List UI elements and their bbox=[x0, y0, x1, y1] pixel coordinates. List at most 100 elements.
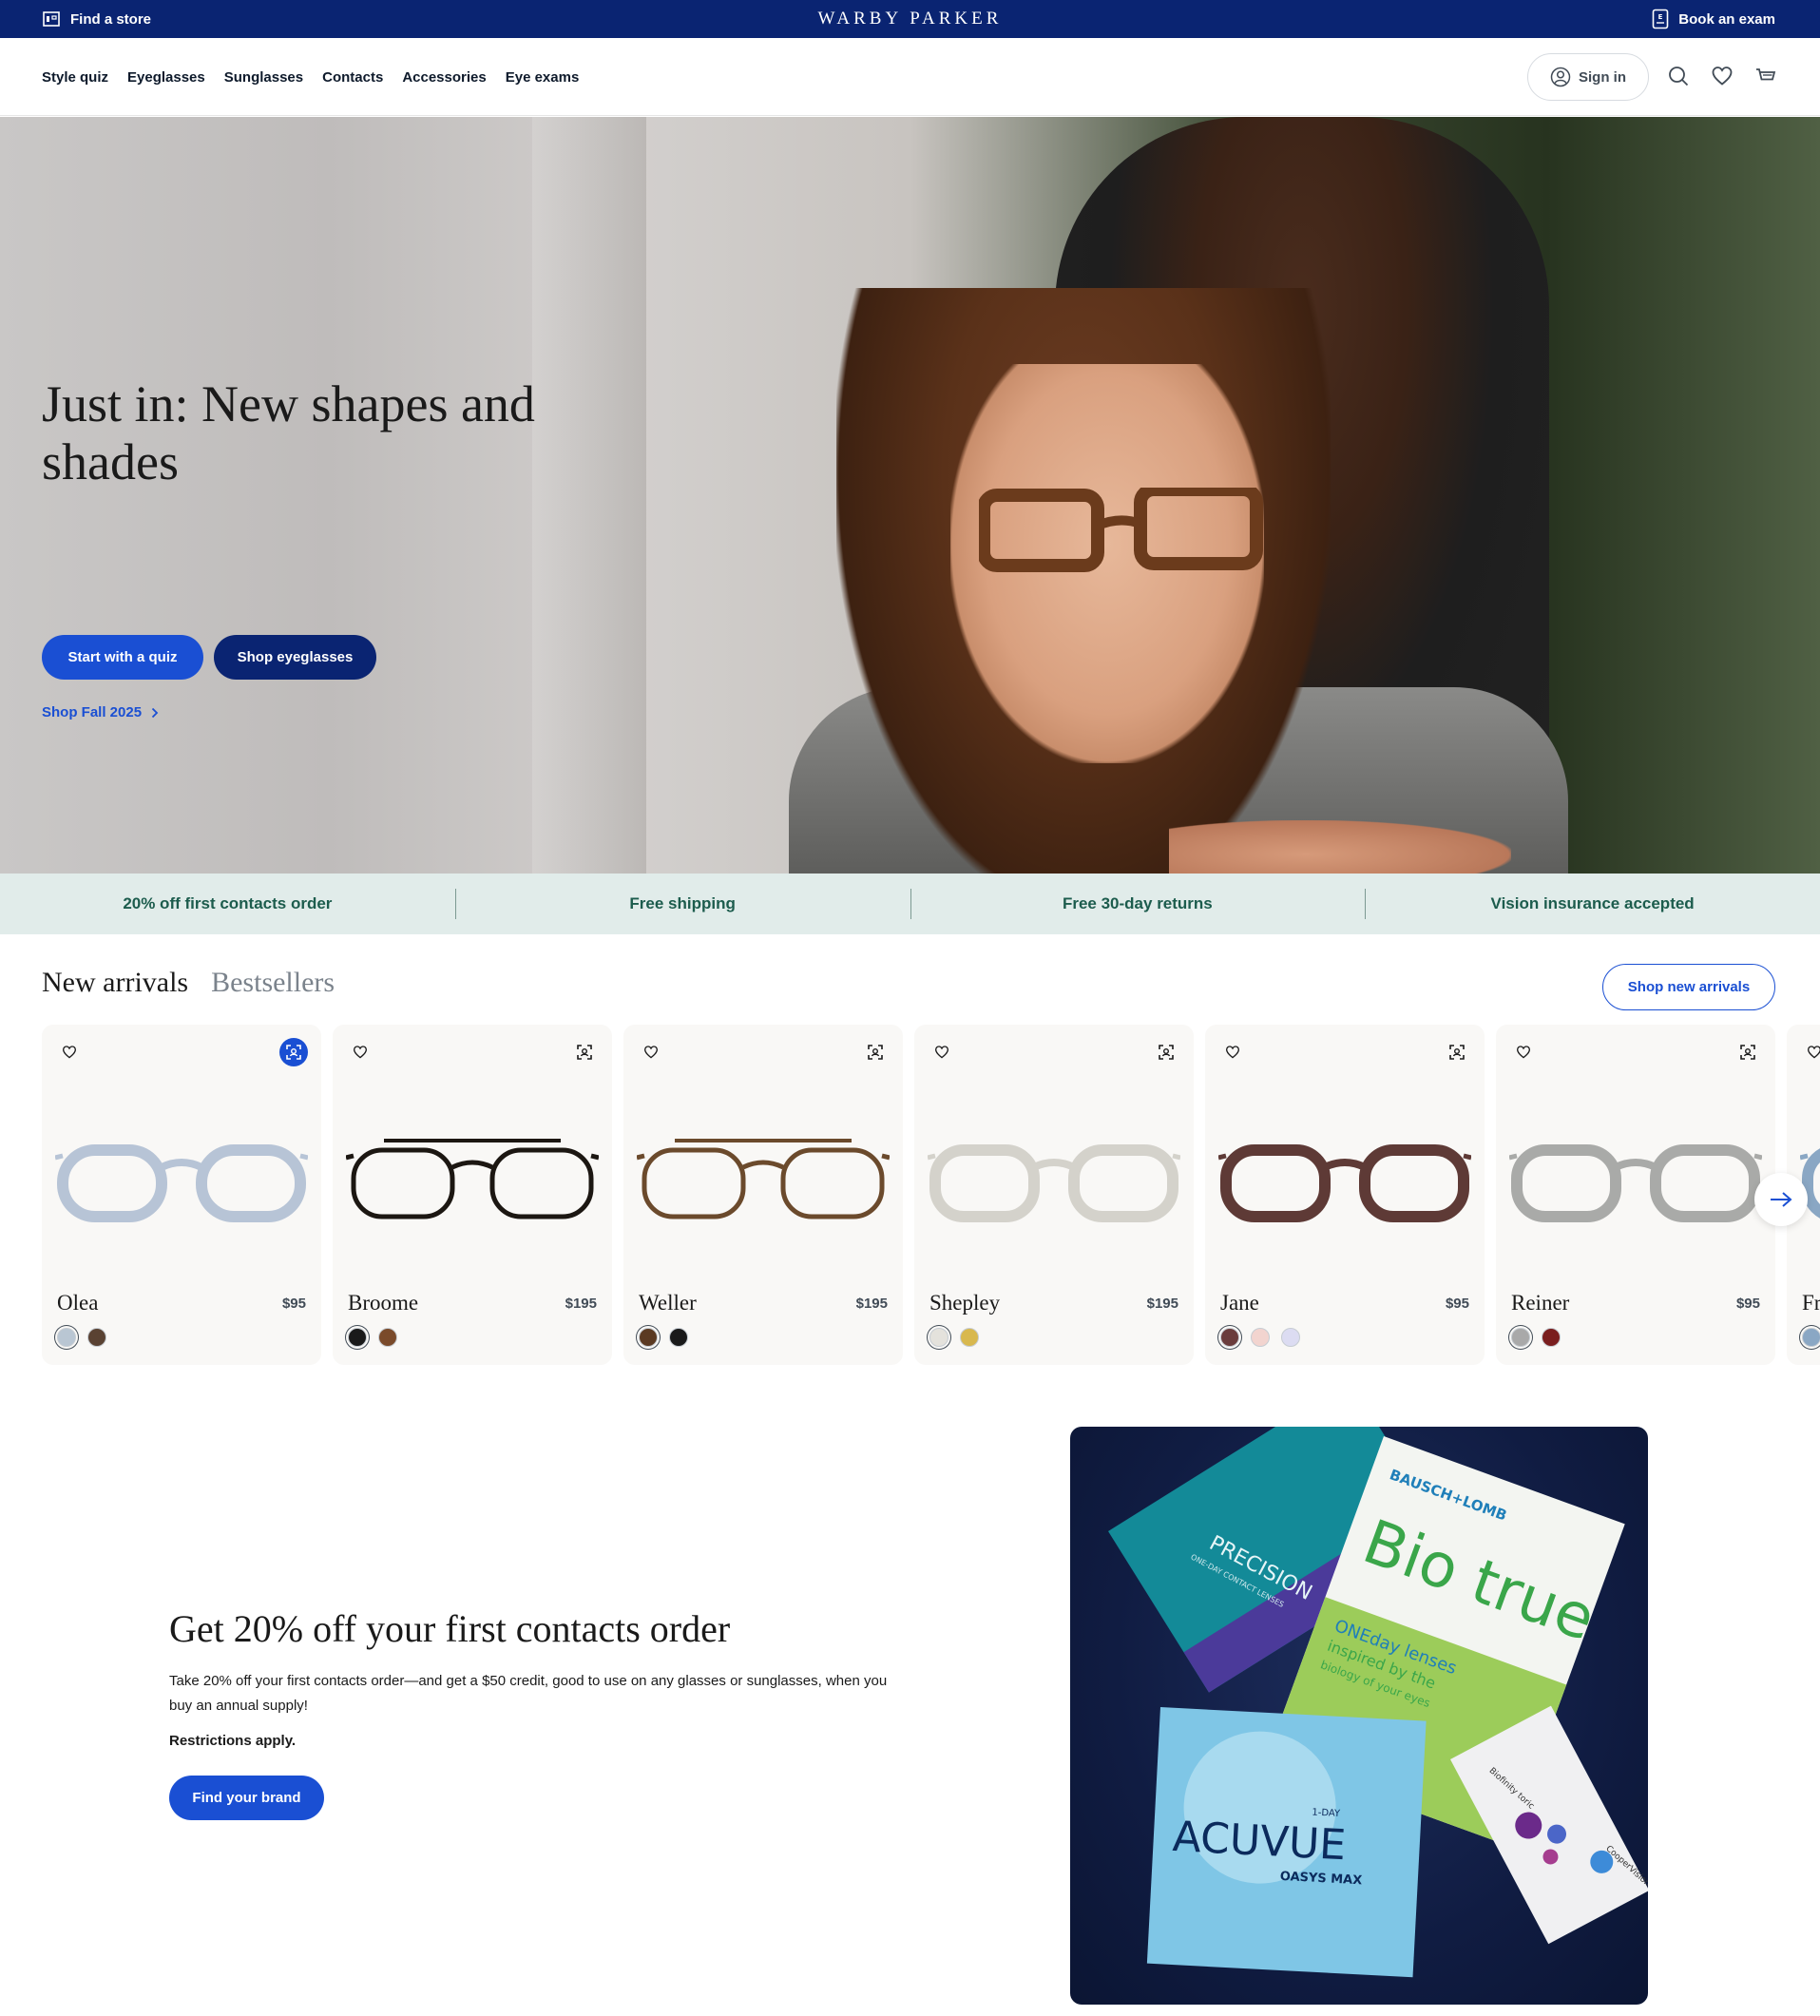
acuvue-tag: 1-DAY bbox=[1312, 1808, 1341, 1820]
acuvue-brand: ACUVUE bbox=[1172, 1813, 1348, 1870]
hero-tortoise-glasses bbox=[979, 488, 1263, 572]
favorite-heart-icon[interactable] bbox=[346, 1038, 374, 1066]
virtual-try-on-icon[interactable] bbox=[1152, 1038, 1180, 1066]
virtual-try-on-icon[interactable] bbox=[570, 1038, 599, 1066]
color-swatches bbox=[1511, 1328, 1561, 1347]
virtual-try-on-icon[interactable] bbox=[861, 1038, 890, 1066]
arrivals-tabs: New arrivals Bestsellers bbox=[42, 967, 335, 999]
hero-headline: Just in: New shapes and shades bbox=[42, 375, 535, 490]
cart-icon[interactable] bbox=[1754, 65, 1777, 87]
sign-in-label: Sign in bbox=[1579, 68, 1626, 86]
product-name: Olea bbox=[57, 1291, 99, 1315]
find-brand-button[interactable]: Find your brand bbox=[169, 1776, 324, 1820]
color-swatch[interactable] bbox=[1251, 1328, 1270, 1347]
favorite-heart-icon[interactable] bbox=[55, 1038, 84, 1066]
nav-eyeglasses[interactable]: Eyeglasses bbox=[127, 69, 205, 86]
color-swatch[interactable] bbox=[378, 1328, 397, 1347]
eyeglass-frame-image bbox=[55, 1144, 308, 1222]
product-card[interactable]: Olea $95 bbox=[42, 1025, 321, 1365]
color-swatch[interactable] bbox=[929, 1328, 948, 1347]
contacts-boxes-image: PRECISION ONE-DAY CONTACT LENSES BAUSCH+… bbox=[1070, 1427, 1648, 2005]
product-card[interactable]: Shepley $195 bbox=[914, 1025, 1194, 1365]
color-swatch[interactable] bbox=[348, 1328, 367, 1347]
virtual-try-on-icon[interactable] bbox=[1734, 1038, 1762, 1066]
color-swatches bbox=[348, 1328, 397, 1347]
benefits-strip: 20% off first contacts order Free shippi… bbox=[0, 874, 1820, 934]
color-swatches bbox=[639, 1328, 688, 1347]
acuvue-box: ACUVUE 1-DAY OASYS MAX bbox=[1146, 1707, 1427, 1978]
hero-photo-hands bbox=[1169, 820, 1511, 874]
product-price: $95 bbox=[281, 1296, 306, 1312]
chevron-right-icon bbox=[151, 707, 159, 718]
color-swatch[interactable] bbox=[1542, 1328, 1561, 1347]
carousel-next-button[interactable] bbox=[1754, 1173, 1808, 1226]
product-price: $195 bbox=[565, 1296, 597, 1312]
eyeglass-frame-image bbox=[928, 1144, 1180, 1222]
color-swatch[interactable] bbox=[57, 1328, 76, 1347]
product-name: Fr bbox=[1802, 1291, 1820, 1315]
virtual-try-on-icon[interactable] bbox=[1443, 1038, 1471, 1066]
contacts-boxes-illustration: PRECISION ONE-DAY CONTACT LENSES BAUSCH+… bbox=[1108, 1427, 1648, 1978]
product-card[interactable]: Reiner $95 bbox=[1496, 1025, 1775, 1365]
sign-in-button[interactable]: Sign in bbox=[1527, 53, 1649, 101]
color-swatch[interactable] bbox=[1802, 1328, 1820, 1347]
favorite-heart-icon[interactable] bbox=[928, 1038, 956, 1066]
color-swatch[interactable] bbox=[87, 1328, 106, 1347]
product-card[interactable]: Broome $195 bbox=[333, 1025, 612, 1365]
nav-links: Style quiz Eyeglasses Sunglasses Contact… bbox=[42, 38, 579, 116]
color-swatch[interactable] bbox=[1281, 1328, 1300, 1347]
book-exam-link[interactable]: E Book an exam bbox=[1652, 0, 1775, 38]
promo-description: Take 20% off your first contacts order—a… bbox=[169, 1673, 888, 1714]
product-carousel: Olea $95 Broome $195 Weller $195 Shepley $195 Ja… bbox=[42, 1025, 1820, 1365]
product-card[interactable]: Jane $95 bbox=[1205, 1025, 1485, 1365]
search-icon[interactable] bbox=[1667, 65, 1690, 87]
brand-logo[interactable]: WARBY PARKER bbox=[0, 0, 1820, 38]
virtual-try-on-icon[interactable] bbox=[279, 1038, 308, 1066]
hero-background-pillar bbox=[532, 117, 646, 874]
favorite-heart-icon[interactable] bbox=[1509, 1038, 1538, 1066]
color-swatch[interactable] bbox=[1511, 1328, 1530, 1347]
color-swatches bbox=[1220, 1328, 1300, 1347]
nav-accessories[interactable]: Accessories bbox=[402, 69, 486, 86]
start-quiz-button[interactable]: Start with a quiz bbox=[42, 635, 203, 680]
eyeglass-frame-image bbox=[1800, 1148, 1820, 1219]
color-swatch[interactable] bbox=[669, 1328, 688, 1347]
color-swatch[interactable] bbox=[960, 1328, 979, 1347]
heart-icon[interactable] bbox=[1711, 65, 1734, 87]
color-swatch[interactable] bbox=[1220, 1328, 1239, 1347]
eyeglass-frame-image bbox=[637, 1139, 890, 1219]
top-bar: Find a store WARBY PARKER E Book an exam bbox=[0, 0, 1820, 38]
favorite-heart-icon[interactable] bbox=[1218, 1038, 1247, 1066]
shop-new-arrivals-button[interactable]: Shop new arrivals bbox=[1602, 964, 1775, 1010]
promo-headline: Get 20% off your first contacts order bbox=[169, 1607, 731, 1650]
shop-fall-label: Shop Fall 2025 bbox=[42, 704, 143, 720]
nav-sunglasses[interactable]: Sunglasses bbox=[224, 69, 303, 86]
color-swatch[interactable] bbox=[639, 1328, 658, 1347]
nav-icons bbox=[1667, 65, 1777, 87]
tab-bestsellers[interactable]: Bestsellers bbox=[211, 967, 335, 999]
eye-chart-icon: E bbox=[1652, 9, 1669, 29]
nav-eye-exams[interactable]: Eye exams bbox=[506, 69, 580, 86]
product-price: $95 bbox=[1445, 1296, 1469, 1312]
benefit-free-shipping[interactable]: Free shipping bbox=[454, 874, 910, 934]
benefit-insurance[interactable]: Vision insurance accepted bbox=[1365, 874, 1820, 934]
benefit-contacts-discount[interactable]: 20% off first contacts order bbox=[0, 874, 455, 934]
svg-text:E: E bbox=[1658, 13, 1663, 21]
shop-fall-link[interactable]: Shop Fall 2025 bbox=[42, 704, 159, 720]
tab-new-arrivals[interactable]: New arrivals bbox=[42, 967, 188, 999]
eyeglass-frame-image bbox=[1218, 1144, 1471, 1222]
product-price: $95 bbox=[1735, 1296, 1760, 1312]
nav-contacts[interactable]: Contacts bbox=[322, 69, 383, 86]
eyeglass-frame-image bbox=[346, 1139, 599, 1219]
color-swatches bbox=[929, 1328, 979, 1347]
shop-eyeglasses-button[interactable]: Shop eyeglasses bbox=[214, 635, 376, 680]
product-price: $195 bbox=[855, 1296, 888, 1312]
nav-style-quiz[interactable]: Style quiz bbox=[42, 69, 108, 86]
product-name: Reiner bbox=[1511, 1291, 1570, 1315]
color-swatches bbox=[57, 1328, 106, 1347]
product-name: Jane bbox=[1220, 1291, 1259, 1315]
favorite-heart-icon[interactable] bbox=[1800, 1038, 1820, 1066]
benefit-free-returns[interactable]: Free 30-day returns bbox=[910, 874, 1366, 934]
favorite-heart-icon[interactable] bbox=[637, 1038, 665, 1066]
product-card[interactable]: Weller $195 bbox=[623, 1025, 903, 1365]
